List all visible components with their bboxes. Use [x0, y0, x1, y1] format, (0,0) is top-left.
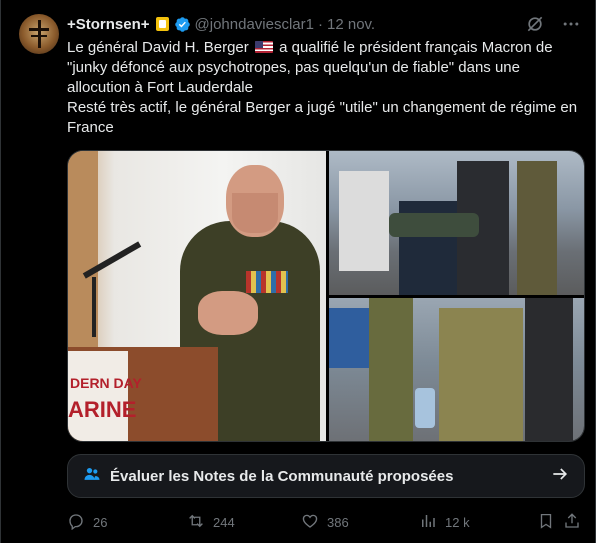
- tweet-header: +Stornsen+ @johndaviesclar1 · 12 nov.: [67, 14, 375, 34]
- tweet-actions-bar: 26 244 386 12 k: [67, 511, 587, 533]
- photo-general-podium[interactable]: DERN DAY ARINE: [68, 151, 326, 441]
- share-button[interactable]: [563, 512, 585, 533]
- like-button[interactable]: 386: [301, 512, 419, 533]
- reply-button[interactable]: 26: [67, 512, 187, 533]
- like-count: 386: [327, 514, 349, 530]
- community-notes-label: Évaluer les Notes de la Communauté propo…: [110, 467, 454, 485]
- reply-icon: [67, 512, 85, 533]
- retweet-button[interactable]: 244: [187, 512, 301, 533]
- tweet-top-actions: [525, 14, 581, 39]
- verified-badge-icon: [174, 16, 191, 33]
- arrow-right-icon: [550, 464, 570, 489]
- tweet-text-part1: Le général David H. Berger: [67, 39, 249, 56]
- heart-icon: [301, 512, 319, 533]
- separator-dot: ·: [318, 15, 323, 33]
- podium-sign-line1: DERN DAY: [70, 375, 142, 391]
- bookmark-icon: [537, 512, 555, 533]
- views-button[interactable]: 12 k: [419, 512, 537, 533]
- tweet-card[interactable]: +Stornsen+ @johndaviesclar1 · 12 nov. Le…: [0, 0, 596, 543]
- more-options-icon[interactable]: [561, 14, 581, 39]
- tweet-text: Le général David H. Berger a qualifié le…: [67, 38, 587, 138]
- community-notes-icon: [82, 464, 102, 489]
- tweet-text-line2: Resté très actif, le général Berger a ju…: [67, 99, 578, 136]
- photo-marines-backs[interactable]: [329, 298, 584, 441]
- user-handle[interactable]: @johndaviesclar1: [195, 16, 314, 33]
- avatar[interactable]: [19, 14, 59, 54]
- affiliate-badge-icon: [155, 17, 169, 31]
- grok-icon[interactable]: [525, 14, 545, 39]
- reply-count: 26: [93, 514, 108, 530]
- retweet-count: 244: [213, 514, 235, 530]
- views-count: 12 k: [445, 514, 470, 530]
- views-chart-icon: [419, 512, 437, 533]
- bookmark-button[interactable]: [537, 512, 563, 533]
- retweet-icon: [187, 512, 205, 533]
- us-flag-icon: [254, 41, 273, 53]
- community-notes-button[interactable]: Évaluer les Notes de la Communauté propo…: [67, 454, 585, 498]
- tweet-media-grid: DERN DAY ARINE: [67, 150, 585, 442]
- tweet-date[interactable]: 12 nov.: [327, 16, 375, 33]
- share-icon: [563, 512, 581, 533]
- display-name[interactable]: +Stornsen+: [67, 16, 150, 33]
- podium-sign-line2: ARINE: [68, 397, 137, 422]
- photo-exhibit-hall[interactable]: [329, 151, 584, 295]
